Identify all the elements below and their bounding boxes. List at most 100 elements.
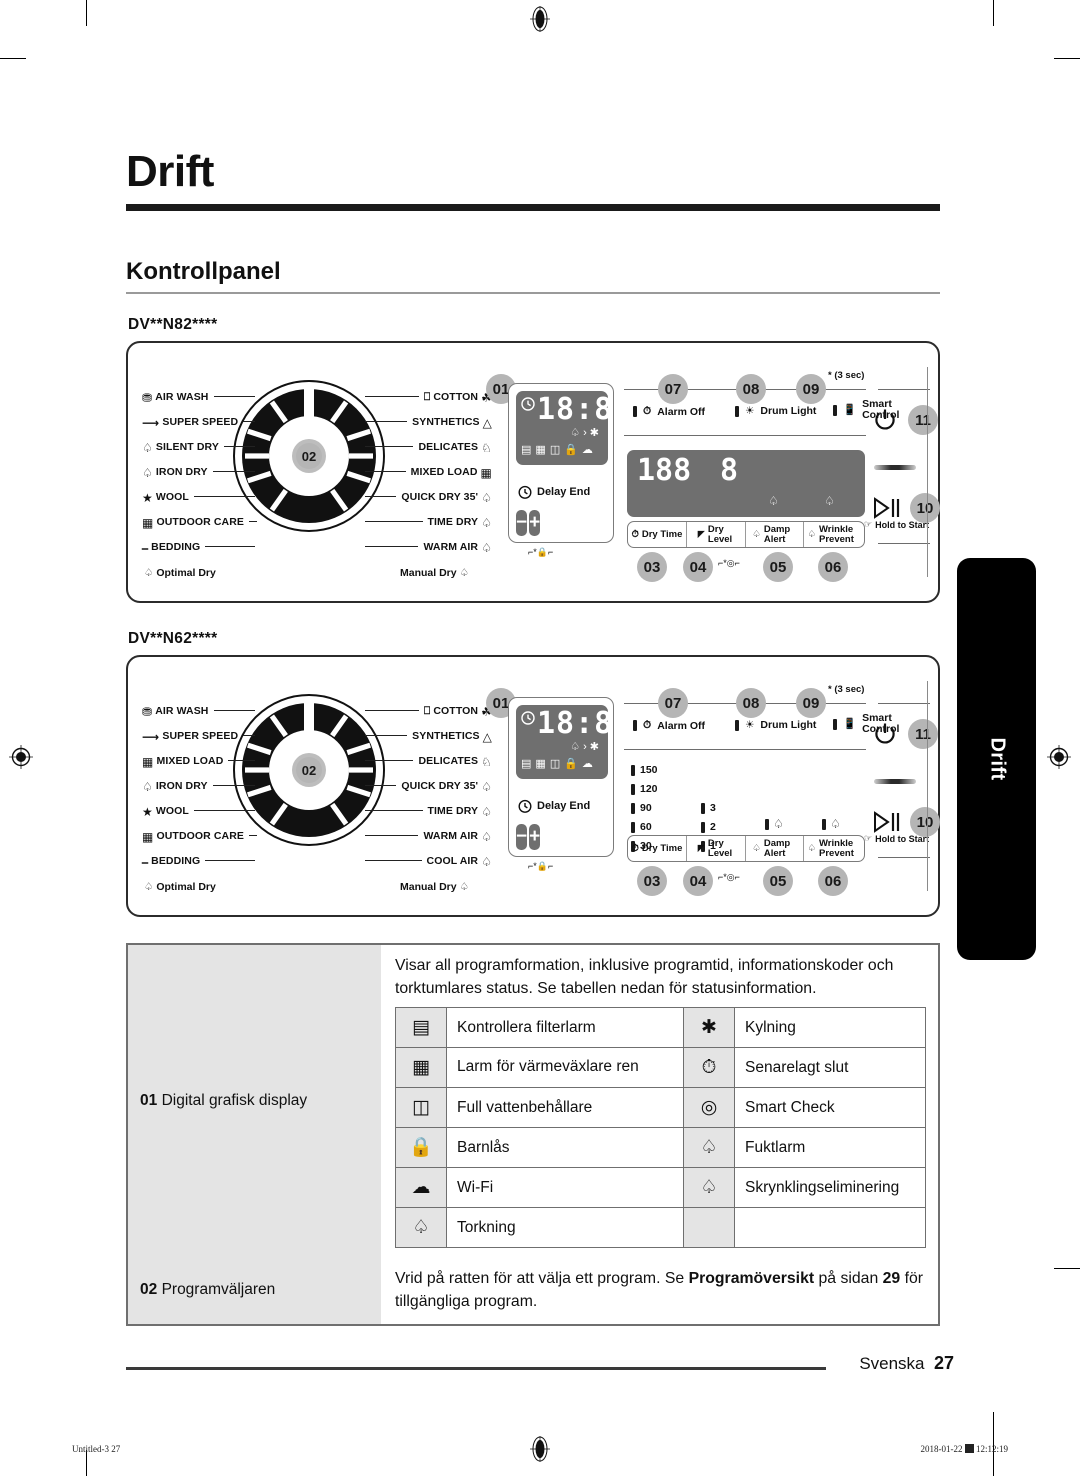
alarm-off-icon: ⏱: [643, 719, 652, 731]
digital-display-2[interactable]: 18:88 ♤›✱ ▤▦◫🔒☁ Delay End − +: [508, 697, 631, 857]
damp-alert-indicator-2: ♤: [765, 817, 784, 831]
indicator-bar: [631, 822, 635, 833]
filter-alarm-icon: ▤: [521, 444, 536, 456]
footer-language: Svenska: [859, 1354, 925, 1373]
delay-end-row-1[interactable]: Delay End: [518, 485, 590, 499]
minus-button[interactable]: −: [516, 510, 528, 536]
title-rule: [126, 204, 940, 211]
wifi-icon: ☁: [581, 758, 597, 770]
indicator-bar: [833, 404, 837, 416]
control-panel-diagram-2: 02 ⛃ AIR WASH ⟶ SUPER SPEED ▦ MIXED LOAD…: [126, 655, 940, 917]
program-page-number: 29: [882, 1269, 901, 1287]
step-badge-03-2: 03: [637, 866, 667, 896]
indicator-bar: [735, 405, 739, 417]
dial-step-badge-1: 02: [292, 439, 326, 473]
step-badge-09-2: 09: [796, 688, 826, 718]
damp-alert-indicator-1: ♤: [768, 494, 779, 508]
program-list-left-2: ⛃ AIR WASH ⟶ SUPER SPEED ▦ MIXED LOAD ♤ …: [142, 699, 260, 874]
heat-exchanger-icon: ▦: [535, 758, 550, 770]
delay-end-icon: ⏱: [683, 1046, 735, 1088]
alarm-off-option-2[interactable]: ⏱ Alarm Off: [633, 719, 705, 732]
plus-button[interactable]: +: [529, 510, 541, 536]
row-label-01: 01 Digital grafisk display: [128, 945, 381, 1258]
air-wash-icon: ⛃: [142, 704, 153, 719]
damp-alert-button[interactable]: ♤ Damp Alert: [746, 836, 805, 861]
water-tank-icon: ◫: [549, 444, 565, 456]
program-item: ⟶ SUPER SPEED: [142, 410, 260, 435]
alarm-off-option-1[interactable]: ⏱ Alarm Off: [633, 405, 705, 418]
manual-dry-icon: ♤: [459, 881, 469, 893]
delicates-icon: ♘: [481, 754, 492, 769]
step-badge-08-1: 08: [736, 374, 766, 404]
row-name: Programväljaren: [161, 1281, 276, 1299]
lcd-icon-row-lower-2: ▤▦◫🔒☁: [521, 757, 597, 770]
optimal-dry-icon: ♤: [144, 567, 154, 579]
hold-to-start-label-2: ☞ Hold to Start: [864, 833, 930, 844]
smart-control-icon: 📱: [843, 403, 857, 416]
drum-light-option-1[interactable]: ☀ Drum Light: [735, 405, 816, 417]
status-lcd-1: 188 8 ♤ ♤: [627, 450, 865, 517]
program-item: WARM AIR ♤: [360, 824, 492, 849]
damp-alert-button[interactable]: ♤ Damp Alert: [746, 522, 805, 547]
page-title: Drift: [126, 147, 214, 196]
dry-level-button[interactable]: ◤ Dry Level: [687, 522, 746, 547]
synthetics-icon: △: [482, 729, 492, 744]
outdoor-care-icon: ▦: [142, 829, 154, 844]
footer-rule: [126, 1367, 826, 1370]
indicator-bar: [633, 406, 637, 417]
delay-end-row-2[interactable]: Delay End: [518, 799, 590, 813]
clock-icon: [521, 397, 535, 411]
iron-dry-icon: ♤: [142, 779, 153, 794]
dry-level-button[interactable]: ◤ Dry Level: [687, 836, 746, 861]
step-badge-07-2: 07: [658, 688, 688, 718]
control-panel-diagram-1: 02 ⛃ AIR WASH ⟶ SUPER SPEED ♤ SILENT DRY…: [126, 341, 940, 603]
child-lock-icon: 🔒: [564, 758, 582, 770]
model-label-1: DV**N82****: [128, 316, 218, 333]
delay-adjust-buttons-1[interactable]: − +: [516, 510, 608, 536]
option-buttons-2[interactable]: ⏱ Dry Time ◤ Dry Level ♤ Damp Alert ♤ Wr…: [627, 835, 865, 862]
segment-time-1: 18:88: [537, 392, 633, 427]
step-badge-08-2: 08: [736, 688, 766, 718]
program-item: QUICK DRY 35' ♤: [360, 774, 492, 799]
option-buttons-1[interactable]: ⏱ Dry Time ◤ Dry Level ♤ Damp Alert ♤ Wr…: [627, 521, 865, 548]
wool-icon: ★: [142, 804, 153, 819]
dry-time-button[interactable]: ⏱ Dry Time: [628, 522, 687, 547]
digital-display-1[interactable]: 18:88 ♤›✱ ▤▦◫🔒☁ Delay End − +: [508, 383, 631, 543]
drum-light-option-2[interactable]: ☀ Drum Light: [735, 719, 816, 731]
legend-text: Senarelagt slut: [734, 1046, 926, 1088]
bedding-icon: ⎯: [142, 540, 149, 555]
legend-row: ▤ Kontrollera filterlarm ✱ Kylning: [395, 1006, 926, 1048]
three-sec-note-2: * (3 sec): [828, 684, 865, 695]
damp-alert-icon: ♤: [773, 817, 784, 831]
time-dry-icon: ♤: [481, 804, 492, 819]
dry-level-icon: ◤: [697, 528, 705, 540]
crop-mark-right-lower: [1054, 1268, 1080, 1269]
legend-text: Smart Check: [734, 1086, 926, 1128]
program-item: ♤ IRON DRY: [142, 460, 260, 485]
indicator-bar: [735, 719, 739, 731]
program-item: ★ WOOL: [142, 799, 260, 824]
wrinkle-prevent-button[interactable]: ♤ Wrinkle Prevent: [804, 522, 864, 547]
delay-adjust-buttons-2[interactable]: − +: [516, 824, 608, 850]
right-separator-1: [927, 367, 929, 577]
row-name: Digital grafisk display: [161, 1091, 308, 1109]
wrinkle-prevent-button[interactable]: ♤ Wrinkle Prevent: [804, 836, 864, 861]
dry-level-icon: ◤: [697, 842, 705, 854]
legend-empty-icon-cell: [683, 1206, 735, 1248]
model-label-2: DV**N62****: [128, 630, 218, 647]
cotton-icon: ⎕: [423, 705, 431, 718]
status-segment-value-1: 188: [637, 453, 692, 488]
indicator-bar: [822, 818, 826, 830]
heat-exchanger-icon: ▦: [395, 1046, 447, 1088]
plus-button[interactable]: +: [529, 824, 541, 850]
optimal-dry-label-1: ♤ Optimal Dry: [144, 567, 216, 579]
step-badge-04-1: 04: [683, 552, 713, 582]
minus-button[interactable]: −: [516, 824, 528, 850]
dry-time-button[interactable]: ⏱ Dry Time: [628, 836, 687, 861]
footer-page-info: Svenska 27: [859, 1353, 954, 1374]
dry-time-value: 150: [631, 761, 658, 780]
child-lock-icon: 🔒: [564, 444, 582, 456]
legend-row: 🔒 Barnlås ♤ Fuktlarm: [395, 1126, 926, 1168]
legend-text: Barnlås: [446, 1126, 684, 1168]
wrinkle-prevent-icon: ♤: [830, 817, 841, 831]
